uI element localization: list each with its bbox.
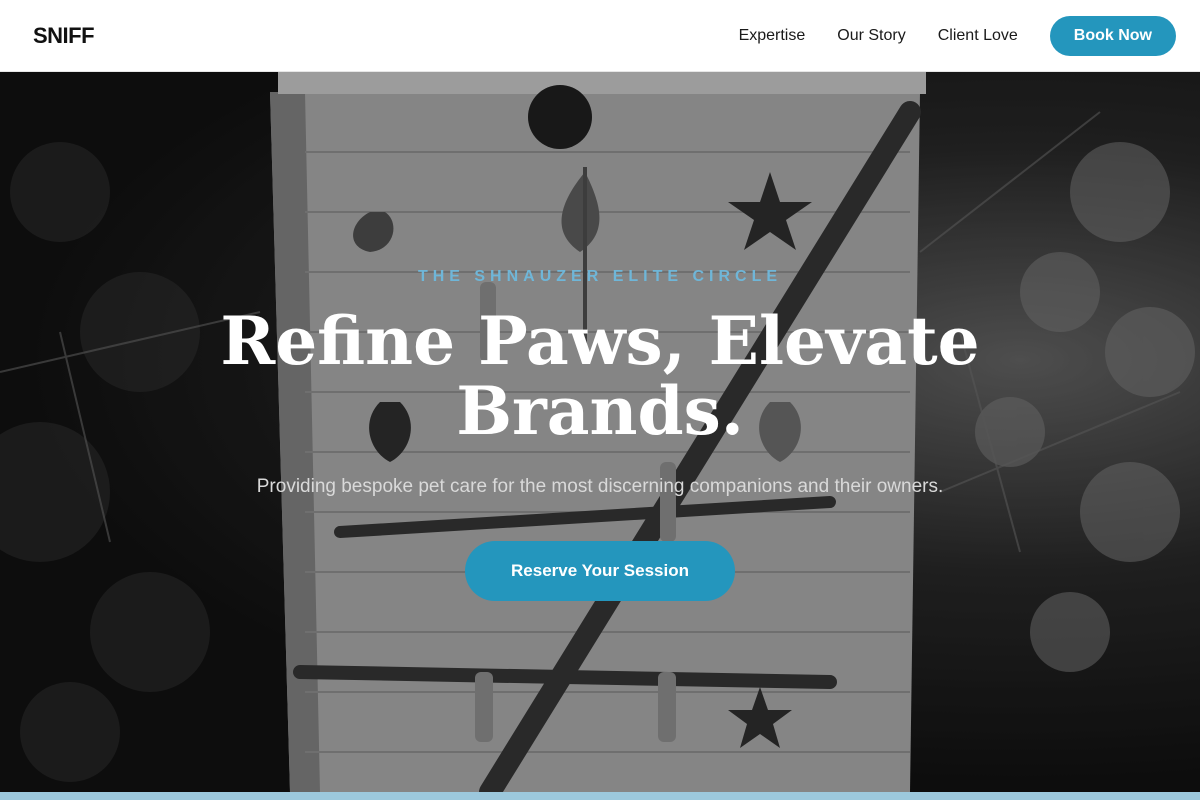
nav-link-our-story[interactable]: Our Story <box>837 27 905 45</box>
reserve-session-button[interactable]: Reserve Your Session <box>465 541 735 601</box>
hero-subline: Providing bespoke pet care for the most … <box>256 476 944 497</box>
hero-eyebrow: THE SHNAUZER ELITE CIRCLE <box>417 268 783 285</box>
nav-links: Expertise Our Story Client Love Book Now <box>707 15 1176 56</box>
hero-headline: Refine Paws, Elevate Brands. <box>220 302 980 450</box>
hero-section: THE SHNAUZER ELITE CIRCLE Refine Paws, E… <box>0 72 1200 792</box>
nav-link-client-love[interactable]: Client Love <box>938 27 1018 45</box>
book-now-button[interactable]: Book Now <box>1049 15 1176 56</box>
top-navigation: SNIFF Expertise Our Story Client Love Bo… <box>0 0 1200 72</box>
section-divider <box>0 792 1200 800</box>
hero-content: THE SHNAUZER ELITE CIRCLE Refine Paws, E… <box>0 72 1200 792</box>
nav-link-expertise[interactable]: Expertise <box>739 27 806 45</box>
brand-logo[interactable]: SNIFF <box>33 23 95 49</box>
